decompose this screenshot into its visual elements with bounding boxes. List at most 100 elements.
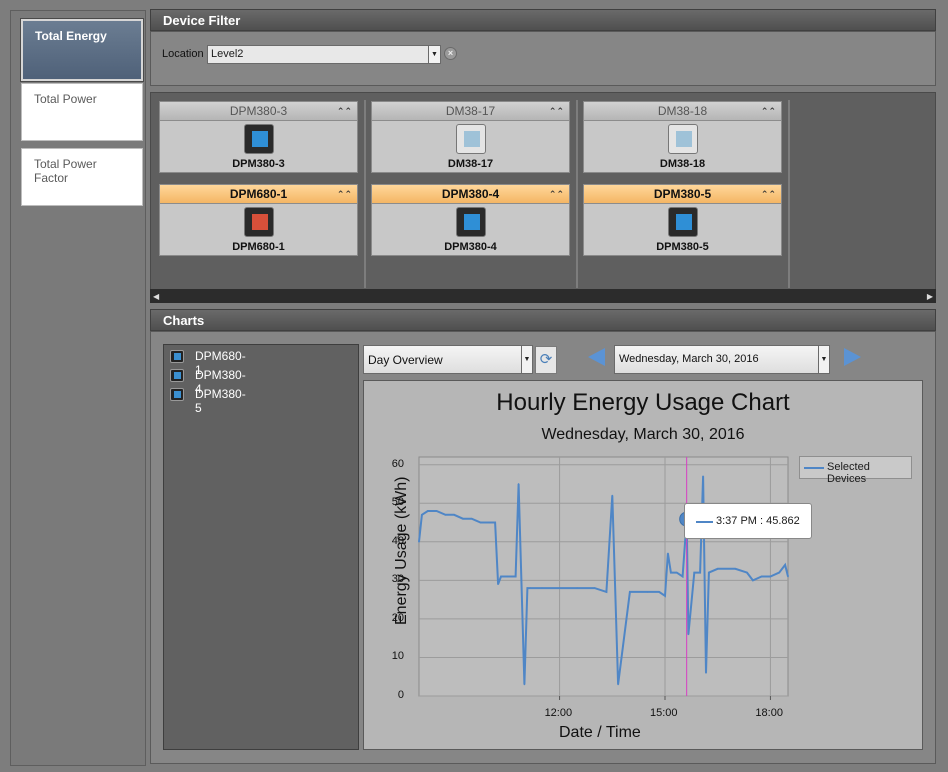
device-card-name: DPM380-4 — [444, 241, 497, 253]
view-select[interactable]: Day Overview ▼ — [363, 345, 533, 374]
series-point — [529, 587, 532, 589]
series-point — [664, 594, 666, 597]
series-point — [769, 575, 772, 578]
charts-header: Charts — [150, 309, 936, 331]
device-card-header[interactable]: DPM680-1 ⌃⌃ — [160, 185, 357, 204]
device-card-header[interactable]: DM38-17 ⌃⌃ — [372, 102, 569, 121]
left-nav: Total Energy Total Power Total Power Fac… — [10, 10, 146, 766]
collapse-icon[interactable]: ⌃⌃ — [761, 185, 776, 203]
device-card-header[interactable]: DM38-18 ⌃⌃ — [584, 102, 781, 121]
device-card[interactable]: DM38-17 ⌃⌃ DM38-17 — [371, 101, 570, 173]
device-card[interactable]: DM38-18 ⌃⌃ DM38-18 — [583, 101, 782, 173]
view-select-value: Day Overview — [368, 353, 443, 367]
collapse-icon[interactable]: ⌃⌃ — [549, 185, 564, 203]
meter-screen — [676, 131, 692, 147]
scroll-left-icon[interactable]: ◀ — [153, 292, 159, 301]
collapse-icon[interactable]: ⌃⌃ — [761, 102, 776, 120]
series-point — [470, 517, 473, 520]
series-point — [558, 587, 561, 589]
y-tick-label: 10 — [391, 650, 404, 663]
device-card-name: DPM380-3 — [232, 158, 285, 170]
y-tick-label: 0 — [397, 689, 404, 701]
chevron-down-icon[interactable]: ▼ — [818, 346, 829, 373]
legend-entry: Selected Devices — [827, 461, 870, 485]
series-point — [462, 517, 464, 520]
series-point — [426, 510, 429, 512]
nav-total-energy[interactable]: Total Energy — [20, 18, 144, 82]
device-card-header[interactable]: DPM380-3 ⌃⌃ — [160, 102, 357, 121]
tooltip-swatch — [696, 521, 713, 523]
nav-total-power[interactable]: Total Power — [21, 83, 143, 141]
chart-legend: Selected Devices — [799, 456, 912, 485]
device-card-name: DM38-18 — [659, 158, 706, 170]
series-point — [617, 683, 619, 686]
collapse-icon[interactable]: ⌃⌃ — [337, 102, 352, 120]
location-value: Level2 — [211, 48, 244, 60]
date-select[interactable]: Wednesday, March 30, 2016 ▼ — [614, 345, 830, 374]
meter-screen — [252, 214, 268, 230]
series-point — [702, 475, 704, 478]
series-point — [421, 514, 423, 516]
next-day-icon[interactable] — [844, 348, 861, 366]
location-select[interactable]: Level2 ▼ — [207, 45, 441, 64]
device-card-title: DPM380-5 — [653, 187, 712, 201]
series-point — [787, 575, 789, 578]
chevron-down-icon[interactable]: ▼ — [521, 346, 532, 373]
device-card[interactable]: DPM680-1 ⌃⌃ DPM680-1 — [159, 184, 358, 256]
clear-icon[interactable]: × — [444, 47, 457, 60]
device-card[interactable]: DPM380-3 ⌃⌃ DPM380-3 — [159, 101, 358, 173]
collapse-icon[interactable]: ⌃⌃ — [549, 102, 564, 120]
din-meter-icon — [668, 124, 698, 154]
device-filter-header: Device Filter — [150, 9, 936, 31]
device-card-title: DPM380-3 — [229, 104, 288, 118]
series-point — [593, 587, 596, 589]
series-point — [511, 575, 514, 578]
chart-tooltip: 3:37 PM : 45.862 — [684, 503, 812, 539]
y-axis-label: Energy Usage (kWh) — [393, 476, 410, 626]
nav-total-power-factor[interactable]: Total Power Factor — [21, 148, 143, 206]
series-point — [646, 591, 649, 593]
device-card[interactable]: DPM380-4 ⌃⌃ DPM380-4 — [371, 184, 570, 256]
series-point — [667, 552, 669, 555]
series-point — [488, 521, 491, 524]
series-point — [752, 579, 754, 582]
series-point — [517, 483, 520, 485]
prev-day-icon[interactable] — [588, 348, 605, 366]
x-tick-label: 12:00 — [544, 707, 573, 719]
device-card-header[interactable]: DPM380-5 ⌃⌃ — [584, 185, 781, 204]
plot-area — [418, 456, 789, 697]
collapse-icon[interactable]: ⌃⌃ — [337, 185, 352, 203]
horizontal-scrollbar[interactable]: ◀ ▶ — [150, 289, 936, 303]
series-point — [629, 591, 631, 593]
series-point — [687, 633, 690, 636]
column-divider — [788, 100, 790, 288]
refresh-icon[interactable]: ⟳ — [535, 346, 557, 374]
y-tick-label: 60 — [391, 457, 404, 470]
series-point — [681, 575, 684, 578]
series-point — [479, 521, 482, 524]
device-card-name: DPM380-5 — [656, 241, 709, 253]
chevron-down-icon[interactable]: ▼ — [428, 46, 440, 63]
column-divider — [576, 100, 578, 288]
series-point — [514, 575, 517, 578]
energy-chart: Hourly Energy Usage Chart Wednesday, Mar… — [363, 380, 923, 750]
meter-icon — [170, 388, 184, 401]
device-card-header[interactable]: DPM380-4 ⌃⌃ — [372, 185, 569, 204]
series-point — [778, 571, 781, 574]
chart-plot[interactable] — [364, 381, 922, 749]
series-point — [500, 575, 502, 578]
device-card-title: DPM380-4 — [441, 187, 500, 201]
device-card[interactable]: DPM380-5 ⌃⌃ DPM380-5 — [583, 184, 782, 256]
device-card-title: DM38-17 — [445, 104, 496, 118]
series-point — [734, 567, 737, 570]
device-card-name: DM38-17 — [447, 158, 494, 170]
series-point — [523, 683, 526, 686]
series-point — [526, 587, 529, 589]
din-meter-icon — [456, 124, 486, 154]
scroll-right-icon[interactable]: ▶ — [927, 292, 933, 301]
date-select-value: Wednesday, March 30, 2016 — [619, 353, 759, 365]
series-point — [541, 587, 543, 589]
tooltip-text: 3:37 PM : 45.862 — [716, 515, 800, 527]
series-point — [675, 571, 678, 574]
series-point — [746, 571, 748, 574]
